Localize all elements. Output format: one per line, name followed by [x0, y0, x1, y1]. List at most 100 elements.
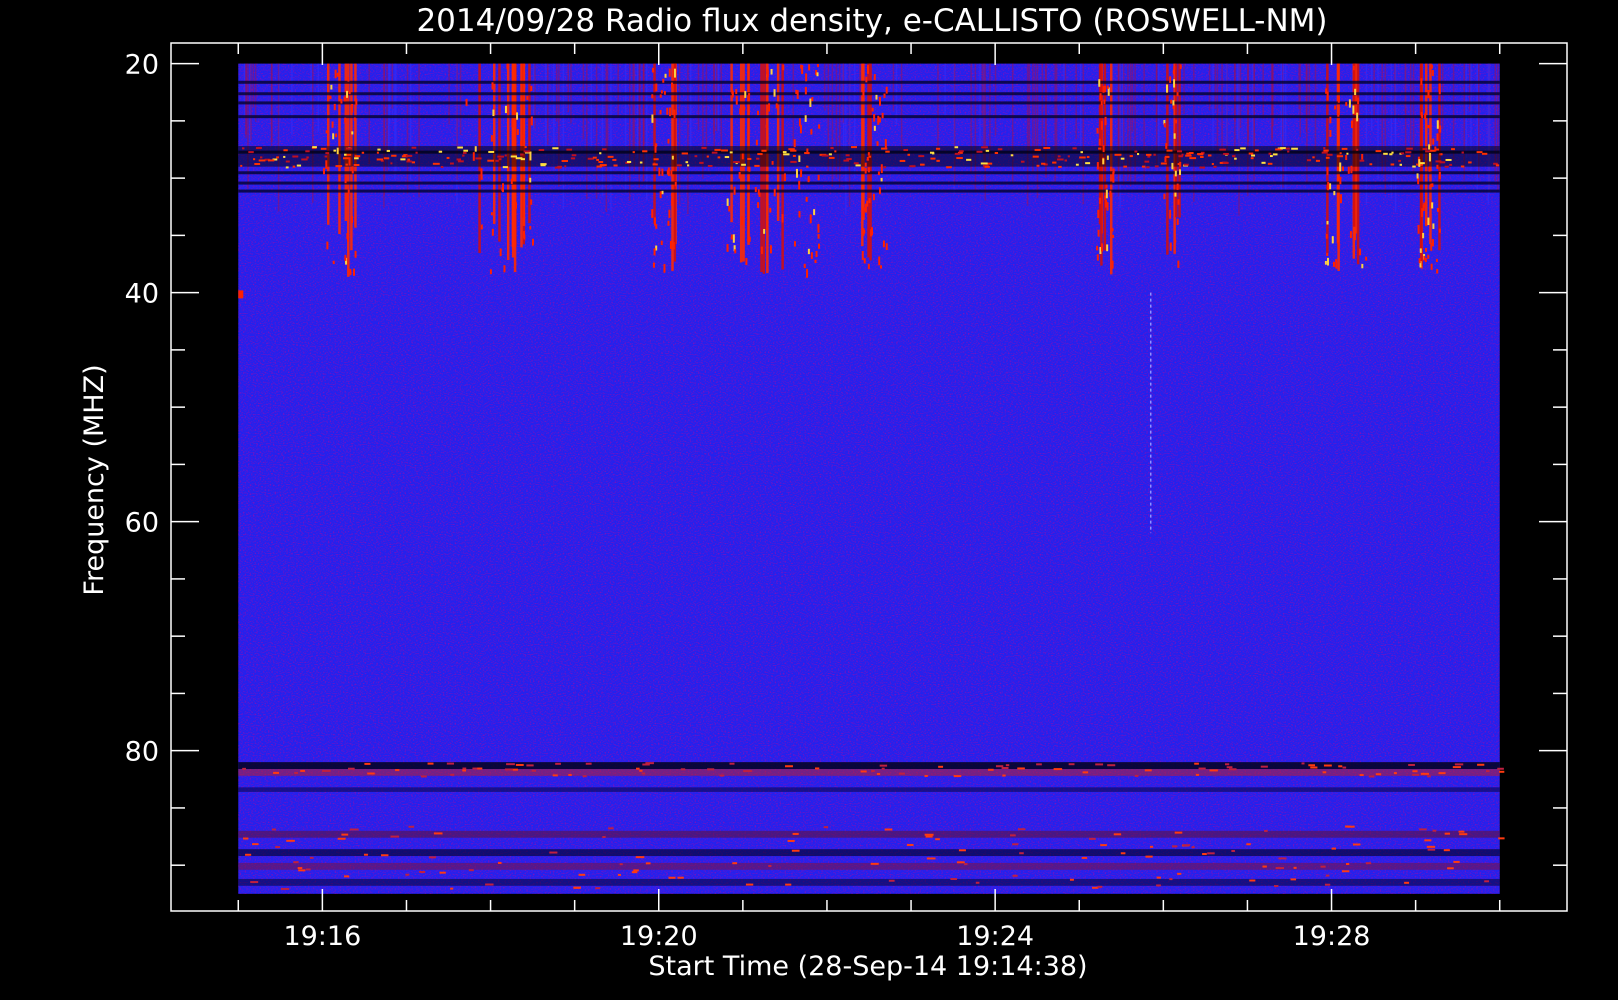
low-band-pixel — [1331, 847, 1337, 850]
bright-band-pixel — [1356, 148, 1359, 151]
bright-band-pixel — [1137, 153, 1140, 156]
low-band-pixel — [512, 768, 518, 771]
bright-band-pixel — [918, 155, 925, 158]
bright-band-pixel — [596, 158, 599, 161]
bright-band-pixel — [853, 162, 859, 165]
low-band-pixel — [497, 861, 502, 864]
low-band-pixel — [870, 862, 879, 865]
bright-band-pixel — [783, 153, 790, 156]
hot-spot — [652, 67, 655, 73]
low-band — [238, 878, 1500, 886]
hot-spot — [347, 189, 350, 194]
bright-band-pixel — [612, 158, 617, 161]
low-band-pixel — [472, 767, 479, 770]
bright-band-pixel — [285, 160, 290, 163]
hot-spot — [781, 214, 784, 223]
bright-band-pixel — [642, 150, 648, 153]
hot-spot — [336, 72, 339, 77]
hot-spot — [760, 246, 763, 254]
hot-spot — [1163, 123, 1166, 128]
hot-spot — [514, 202, 517, 209]
low-band-pixel — [1432, 829, 1437, 832]
low-band-pixel — [1338, 765, 1343, 768]
low-band-pixel — [1225, 763, 1230, 766]
hot-spot — [1179, 64, 1182, 69]
low-band-pixel — [1001, 766, 1009, 769]
hot-spot — [480, 175, 483, 180]
hot-spot — [529, 226, 532, 230]
hot-spot — [880, 177, 883, 182]
low-band-pixel — [1454, 763, 1464, 766]
hot-spot — [817, 224, 820, 233]
bright-band-pixel — [386, 149, 390, 152]
hot-spot — [672, 242, 675, 250]
low-band-pixel — [1404, 881, 1410, 884]
bright-band-pixel — [312, 146, 317, 149]
low-band-pixel — [462, 767, 467, 770]
hot-spot — [1329, 183, 1332, 190]
bright-band-pixel — [1010, 154, 1014, 157]
y-tick-label: 20 — [125, 50, 159, 81]
hot-spot — [1425, 247, 1428, 252]
hot-spot — [773, 89, 776, 97]
interference-streak — [1373, 63, 1375, 117]
hot-spot — [1349, 231, 1352, 238]
bright-band-pixel — [1451, 148, 1455, 151]
hot-spot — [795, 168, 798, 178]
low-band-pixel — [242, 767, 246, 770]
bright-band-pixel — [1412, 165, 1416, 168]
bright-band-pixel — [639, 161, 643, 164]
low-band-pixel — [485, 883, 494, 886]
hot-spot — [1099, 197, 1102, 204]
hot-spot — [1172, 69, 1175, 75]
hot-spot — [1339, 176, 1342, 185]
hot-spot — [1096, 162, 1099, 170]
low-band-pixel — [787, 839, 795, 842]
bright-band-pixel — [782, 151, 787, 154]
hot-spot — [882, 240, 885, 248]
dark-band-line — [238, 80, 1500, 84]
x-tick-label: 19:16 — [283, 921, 361, 952]
hot-spot — [748, 236, 751, 242]
low-band-pixel — [729, 762, 735, 765]
hot-spot — [738, 171, 741, 179]
hot-spot — [1105, 189, 1108, 199]
interference-streak — [1075, 63, 1077, 139]
low-band-pixel — [506, 763, 515, 766]
bright-band-pixel — [596, 165, 602, 168]
x-tick-label: 19:20 — [620, 921, 698, 952]
hot-spot — [765, 124, 768, 129]
bright-band-pixel — [1197, 153, 1204, 156]
interference-streak — [849, 63, 851, 152]
hot-spot — [669, 107, 672, 117]
bright-band-pixel — [747, 157, 752, 160]
bright-band-pixel — [1222, 161, 1229, 164]
hot-spot — [1177, 199, 1180, 205]
interference-streak — [590, 63, 593, 148]
hot-spot — [352, 268, 355, 276]
bright-band-pixel — [1383, 152, 1388, 155]
low-band-pixel — [322, 769, 331, 772]
hot-spot — [332, 133, 335, 140]
bright-band-pixel — [1261, 161, 1266, 164]
hot-spot — [1435, 258, 1438, 263]
bright-band-pixel — [1306, 159, 1312, 162]
bright-band-pixel — [415, 151, 418, 154]
bright-band-pixel — [936, 159, 940, 162]
hot-spot — [499, 248, 502, 257]
low-band-pixel — [1009, 834, 1016, 837]
hot-spot — [863, 207, 866, 212]
low-band-pixel — [1497, 767, 1504, 770]
bright-band-pixel — [411, 161, 416, 164]
bright-band-pixel — [1219, 148, 1226, 151]
bright-band-pixel — [1072, 147, 1077, 150]
hot-spot — [660, 240, 663, 246]
interference-streak — [1262, 63, 1264, 119]
hot-spot — [1324, 260, 1327, 265]
bright-band-pixel — [1425, 150, 1431, 153]
dark-band-line — [238, 115, 1500, 119]
low-band-pixel — [1195, 773, 1200, 776]
low-band-pixel — [785, 765, 793, 768]
hot-spot — [800, 169, 803, 178]
bright-band-pixel — [1213, 165, 1217, 168]
